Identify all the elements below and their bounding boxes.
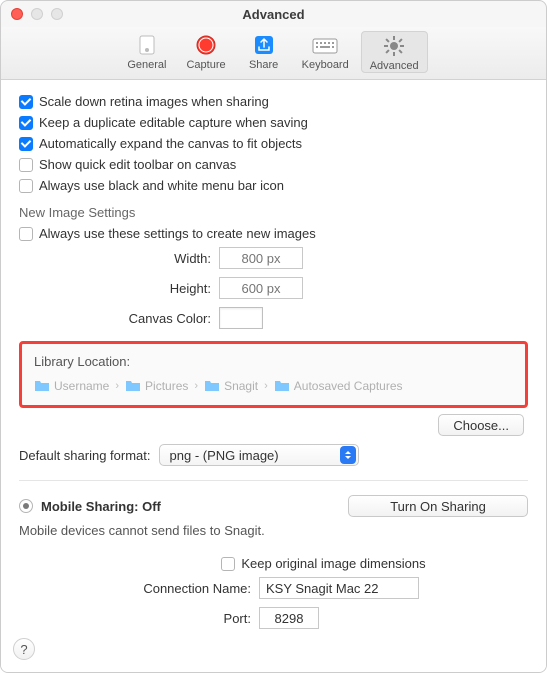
preferences-window: Advanced General Capture Share xyxy=(0,0,547,673)
chevron-right-icon: › xyxy=(194,380,198,392)
chevron-right-icon: › xyxy=(115,380,119,392)
share-icon xyxy=(250,33,278,57)
folder-icon xyxy=(204,380,220,392)
check-label: Show quick edit toolbar on canvas xyxy=(39,157,236,172)
tab-keyboard[interactable]: Keyboard xyxy=(294,31,357,73)
port-label: Port: xyxy=(19,611,259,626)
port-input[interactable] xyxy=(259,607,319,629)
crumb-label: Username xyxy=(54,379,109,393)
traffic-lights xyxy=(11,8,63,20)
check-label: Always use these settings to create new … xyxy=(39,226,316,241)
toolbar: General Capture Share Keyboard xyxy=(1,27,546,80)
mobile-sharing-radio[interactable] xyxy=(19,499,33,513)
tab-share[interactable]: Share xyxy=(238,31,290,73)
check-label: Scale down retina images when sharing xyxy=(39,94,269,109)
crumb-autosaved[interactable]: Autosaved Captures xyxy=(274,379,403,393)
tab-capture[interactable]: Capture xyxy=(178,31,233,73)
close-icon[interactable] xyxy=(11,8,23,20)
tab-label: Capture xyxy=(186,59,225,71)
chevron-right-icon: › xyxy=(264,380,268,392)
select-value: png - (PNG image) xyxy=(170,448,279,463)
checkbox-icon[interactable] xyxy=(19,95,33,109)
general-icon xyxy=(133,33,161,57)
tab-label: Keyboard xyxy=(302,59,349,71)
canvas-color-swatch[interactable] xyxy=(219,307,263,329)
zoom-icon[interactable] xyxy=(51,8,63,20)
check-label: Keep a duplicate editable capture when s… xyxy=(39,115,308,130)
divider xyxy=(19,480,528,481)
checkbox-icon[interactable] xyxy=(19,158,33,172)
turn-on-sharing-button[interactable]: Turn On Sharing xyxy=(348,495,528,517)
check-expand[interactable]: Automatically expand the canvas to fit o… xyxy=(19,136,528,151)
folder-icon xyxy=(274,380,290,392)
capture-icon xyxy=(192,33,220,57)
tab-label: Advanced xyxy=(370,60,419,72)
mobile-subtext: Mobile devices cannot send files to Snag… xyxy=(19,523,528,538)
default-format-label: Default sharing format: xyxy=(19,448,159,463)
crumb-label: Pictures xyxy=(145,379,188,393)
window-title: Advanced xyxy=(1,7,546,22)
help-button[interactable]: ? xyxy=(13,638,35,660)
canvas-color-label: Canvas Color: xyxy=(19,311,219,326)
minimize-icon[interactable] xyxy=(31,8,43,20)
mobile-sharing-title: Mobile Sharing: Off xyxy=(41,499,161,514)
crumb-snagit[interactable]: Snagit xyxy=(204,379,258,393)
chevron-updown-icon xyxy=(340,446,356,464)
check-always-new[interactable]: Always use these settings to create new … xyxy=(19,226,528,241)
check-duplicate[interactable]: Keep a duplicate editable capture when s… xyxy=(19,115,528,130)
checkbox-icon[interactable] xyxy=(19,137,33,151)
checkbox-icon[interactable] xyxy=(221,557,235,571)
choose-button[interactable]: Choose... xyxy=(438,414,524,436)
content-area: Scale down retina images when sharing Ke… xyxy=(1,80,546,673)
checkbox-icon[interactable] xyxy=(19,227,33,241)
check-label: Keep original image dimensions xyxy=(241,556,425,571)
check-bwmenubar[interactable]: Always use black and white menu bar icon xyxy=(19,178,528,193)
crumb-pictures[interactable]: Pictures xyxy=(125,379,188,393)
width-input[interactable] xyxy=(219,247,303,269)
width-label: Width: xyxy=(19,251,219,266)
check-label: Always use black and white menu bar icon xyxy=(39,178,284,193)
crumb-label: Autosaved Captures xyxy=(294,379,403,393)
check-scale[interactable]: Scale down retina images when sharing xyxy=(19,94,528,109)
checkbox-icon[interactable] xyxy=(19,116,33,130)
default-format-select[interactable]: png - (PNG image) xyxy=(159,444,359,466)
folder-icon xyxy=(34,380,50,392)
folder-icon xyxy=(125,380,141,392)
library-header: Library Location: xyxy=(34,354,513,369)
tab-general[interactable]: General xyxy=(119,31,174,73)
check-keep-dimensions[interactable]: Keep original image dimensions xyxy=(119,556,528,571)
connection-name-label: Connection Name: xyxy=(19,581,259,596)
tab-advanced[interactable]: Advanced xyxy=(361,31,428,73)
tab-label: Share xyxy=(249,59,278,71)
checkbox-icon[interactable] xyxy=(19,179,33,193)
crumb-username[interactable]: Username xyxy=(34,379,109,393)
check-label: Automatically expand the canvas to fit o… xyxy=(39,136,302,151)
connection-name-input[interactable] xyxy=(259,577,419,599)
height-label: Height: xyxy=(19,281,219,296)
gear-icon xyxy=(380,34,408,58)
breadcrumb: Username › Pictures › Snagit › Autosaved… xyxy=(34,379,513,393)
crumb-label: Snagit xyxy=(224,379,258,393)
height-input[interactable] xyxy=(219,277,303,299)
new-image-header: New Image Settings xyxy=(19,205,528,220)
check-quickedit[interactable]: Show quick edit toolbar on canvas xyxy=(19,157,528,172)
library-location-box: Library Location: Username › Pictures › … xyxy=(19,341,528,408)
titlebar: Advanced xyxy=(1,1,546,27)
tab-label: General xyxy=(127,59,166,71)
keyboard-icon xyxy=(311,33,339,57)
